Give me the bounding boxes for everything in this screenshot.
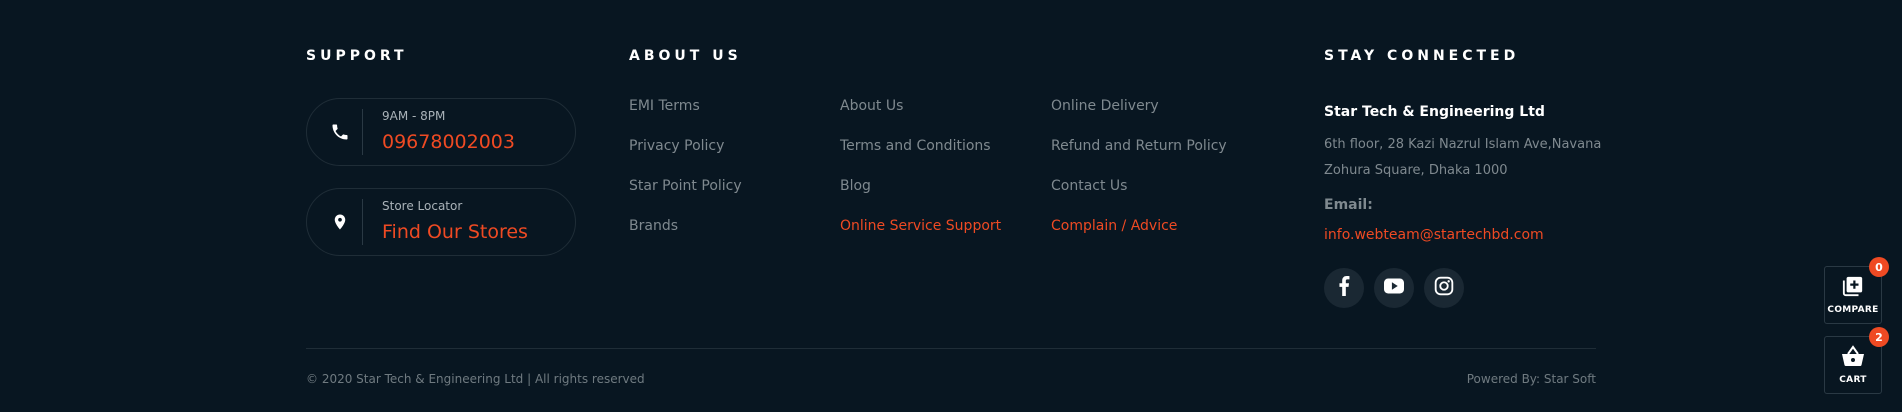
youtube-icon — [1384, 278, 1404, 298]
footer-divider — [306, 348, 1596, 349]
compare-icon — [1842, 275, 1864, 301]
find-stores-link[interactable]: Find Our Stores — [382, 221, 528, 243]
compare-button[interactable]: COMPARE 0 — [1824, 257, 1889, 324]
link-emi-terms[interactable]: EMI Terms — [629, 98, 742, 138]
stay-connected-section: STAY CONNECTED Star Tech & Engineering L… — [1324, 0, 1601, 320]
card-divider — [362, 109, 363, 155]
email-link[interactable]: info.webteam@startechbd.com — [1324, 227, 1544, 243]
powered-by-text[interactable]: Powered By: Star Soft — [1467, 372, 1596, 386]
cart-button[interactable]: CART 2 — [1824, 327, 1889, 394]
link-blog[interactable]: Blog — [840, 178, 1001, 218]
compare-label: COMPARE — [1827, 305, 1879, 315]
link-online-service-support[interactable]: Online Service Support — [840, 218, 1001, 258]
store-locator-card[interactable]: Store Locator Find Our Stores — [306, 188, 576, 256]
link-complain-advice[interactable]: Complain / Advice — [1051, 218, 1227, 258]
card-divider — [362, 199, 363, 245]
link-brands[interactable]: Brands — [629, 218, 742, 258]
link-online-delivery[interactable]: Online Delivery — [1051, 98, 1227, 138]
facebook-icon — [1338, 276, 1350, 300]
facebook-link[interactable] — [1324, 268, 1364, 308]
copyright-text: © 2020 Star Tech & Engineering Ltd | All… — [306, 372, 645, 386]
email-label: Email: — [1324, 197, 1373, 213]
link-contact-us[interactable]: Contact Us — [1051, 178, 1227, 218]
about-heading: ABOUT US — [629, 48, 742, 64]
about-links-column-2: About Us Terms and Conditions Blog Onlin… — [840, 98, 1001, 258]
youtube-link[interactable] — [1374, 268, 1414, 308]
support-phone-number[interactable]: 09678002003 — [382, 131, 515, 153]
cart-label: CART — [1839, 375, 1867, 385]
company-address: 6th floor, 28 Kazi Nazrul Islam Ave,Nava… — [1324, 137, 1602, 178]
store-locator-label: Store Locator — [382, 199, 463, 213]
footer: SUPPORT 9AM - 8PM 09678002003 Store Loca… — [306, 0, 1601, 412]
about-links-column-3: Online Delivery Refund and Return Policy… — [1051, 98, 1227, 258]
phone-support-card[interactable]: 9AM - 8PM 09678002003 — [306, 98, 576, 166]
compare-count-badge: 0 — [1869, 257, 1889, 277]
link-terms-and-conditions[interactable]: Terms and Conditions — [840, 138, 1001, 178]
link-star-point-policy[interactable]: Star Point Policy — [629, 178, 742, 218]
stay-connected-heading: STAY CONNECTED — [1324, 48, 1520, 64]
link-about-us[interactable]: About Us — [840, 98, 1001, 138]
about-links-column-1: EMI Terms Privacy Policy Star Point Poli… — [629, 98, 742, 258]
company-name: Star Tech & Engineering Ltd — [1324, 104, 1545, 120]
cart-count-badge: 2 — [1869, 327, 1889, 347]
support-hours: 9AM - 8PM — [382, 109, 446, 123]
link-privacy-policy[interactable]: Privacy Policy — [629, 138, 742, 178]
instagram-icon — [1434, 276, 1454, 300]
location-pin-icon — [327, 209, 353, 235]
shopping-basket-icon — [1841, 345, 1865, 371]
phone-icon — [327, 119, 353, 145]
link-refund-return-policy[interactable]: Refund and Return Policy — [1051, 138, 1227, 178]
instagram-link[interactable] — [1424, 268, 1464, 308]
support-heading: SUPPORT — [306, 48, 408, 64]
